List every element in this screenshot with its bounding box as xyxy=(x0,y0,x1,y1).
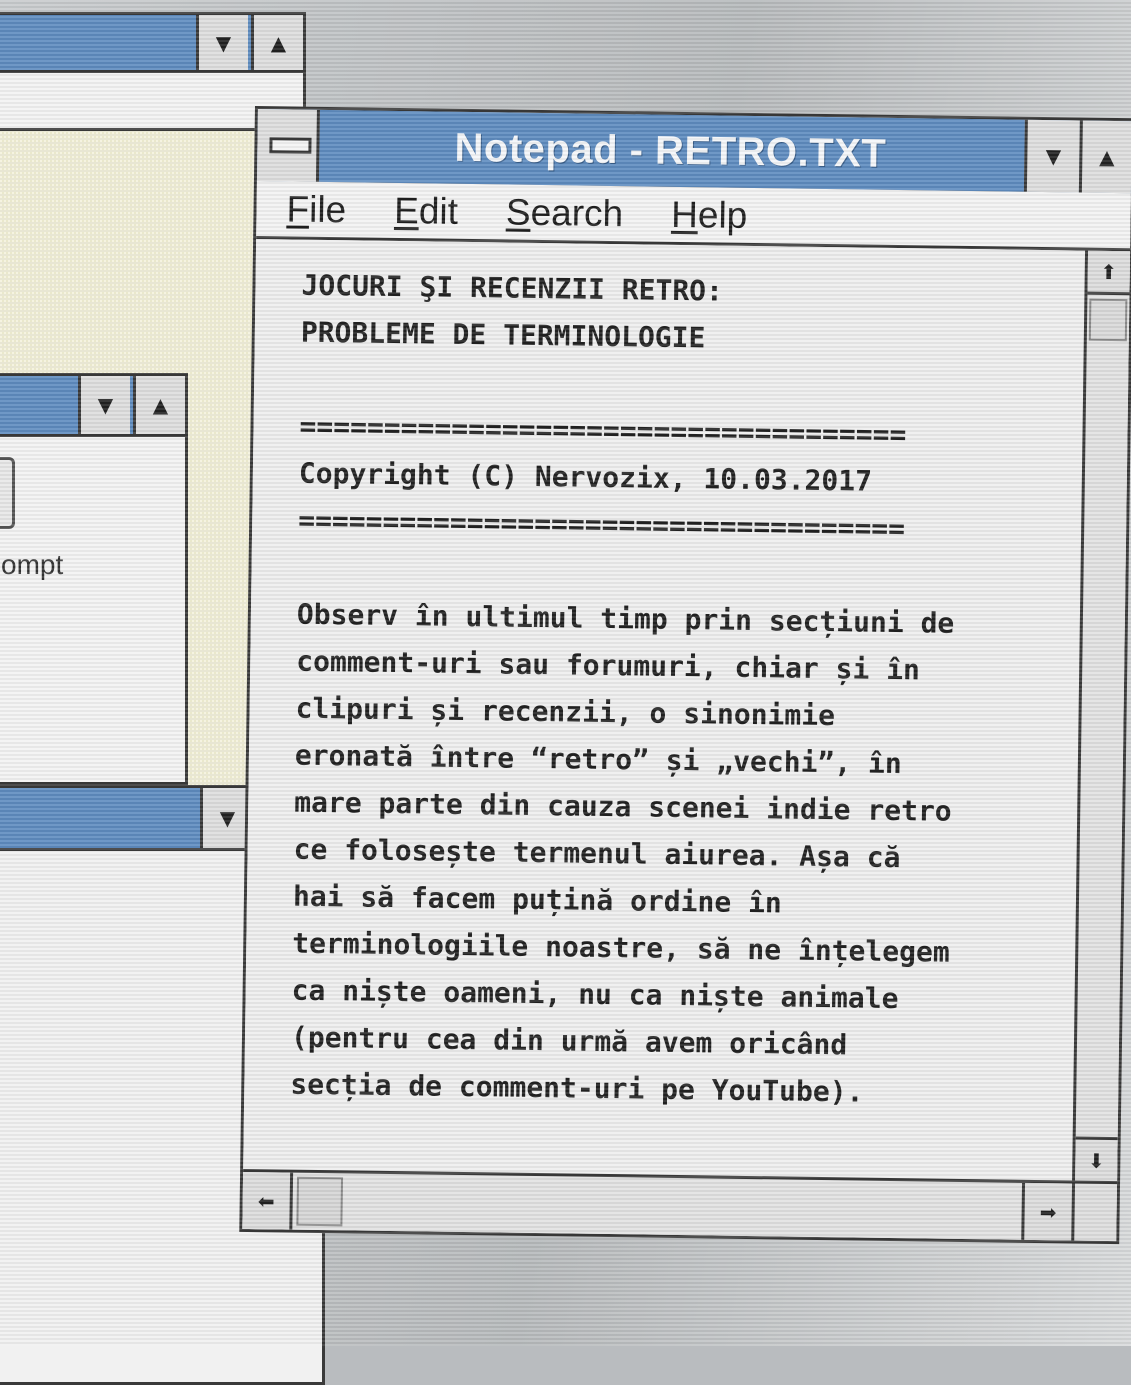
menu-label: elp xyxy=(697,193,748,236)
horizontal-scroll-thumb[interactable] xyxy=(296,1176,344,1227)
background-window-b-titlebar[interactable]: ▼ ▲ xyxy=(0,376,185,437)
program-icon-label[interactable]: ompt xyxy=(1,549,63,581)
background-window-b-client: ompt xyxy=(0,437,185,782)
menu-accelerator: S xyxy=(505,191,531,233)
arrow-up-icon: ⬆ xyxy=(1100,259,1118,284)
system-menu-icon xyxy=(269,137,312,154)
minimize-button[interactable]: ▼ xyxy=(196,15,248,70)
menu-item-edit[interactable]: Edit xyxy=(394,189,458,232)
maximize-icon: ▲ xyxy=(152,393,169,417)
minimize-icon: ▼ xyxy=(215,30,232,55)
menu-label: ile xyxy=(308,188,347,230)
arrow-right-icon: ➡ xyxy=(1039,1199,1057,1224)
scrollbar-corner xyxy=(1071,1180,1118,1242)
arrow-left-icon: ⬅ xyxy=(257,1188,275,1213)
menu-label: dit xyxy=(418,189,459,232)
maximize-icon: ▲ xyxy=(1099,144,1115,170)
menu-item-search[interactable]: Search xyxy=(506,191,624,235)
scroll-left-button[interactable]: ⬅ xyxy=(242,1171,294,1230)
menu-label: earch xyxy=(530,191,624,234)
program-icon[interactable] xyxy=(0,457,15,529)
minimize-icon: ▼ xyxy=(97,393,114,417)
horizontal-scrollbar[interactable]: ⬅ ➡ xyxy=(242,1168,1073,1241)
background-window-a-titlebar[interactable]: ▼ ▲ xyxy=(0,15,303,73)
minimize-icon: ▼ xyxy=(1045,144,1062,169)
arrow-down-icon: ⬇ xyxy=(1087,1148,1105,1173)
minimize-button[interactable]: ▼ xyxy=(1023,119,1080,193)
notepad-window[interactable]: Notepad - RETRO.TXT ▼ ▲ File Edit Search He… xyxy=(239,106,1131,1245)
text-line: secția de comment-uri pe YouTube). xyxy=(290,1067,864,1109)
maximize-icon: ▲ xyxy=(270,30,287,55)
maximize-button[interactable]: ▲ xyxy=(251,15,303,70)
background-window-b[interactable]: ▼ ▲ ompt xyxy=(0,373,188,785)
minimize-icon: ▼ xyxy=(219,806,236,830)
vertical-scroll-thumb[interactable] xyxy=(1088,298,1128,342)
window-title: Notepad - RETRO.TXT xyxy=(454,125,887,176)
maximize-button[interactable]: ▲ xyxy=(1078,120,1131,194)
menu-item-help[interactable]: Help xyxy=(671,193,748,236)
scroll-right-button[interactable]: ➡ xyxy=(1021,1182,1073,1241)
maximize-button[interactable]: ▲ xyxy=(133,376,185,434)
scroll-down-button[interactable]: ⬇ xyxy=(1075,1136,1118,1182)
menu-accelerator: H xyxy=(670,193,699,235)
text-area[interactable]: JOCURI ŞI RECENZII RETRO: PROBLEME DE TER… xyxy=(243,239,1086,1181)
menu-accelerator: E xyxy=(393,189,420,231)
menu-item-file[interactable]: File xyxy=(286,188,346,231)
menu-accelerator: F xyxy=(286,187,310,230)
scroll-up-button[interactable]: ⬆ xyxy=(1087,250,1131,296)
minimize-button[interactable]: ▼ xyxy=(78,376,130,434)
system-menu-button[interactable] xyxy=(256,109,320,182)
